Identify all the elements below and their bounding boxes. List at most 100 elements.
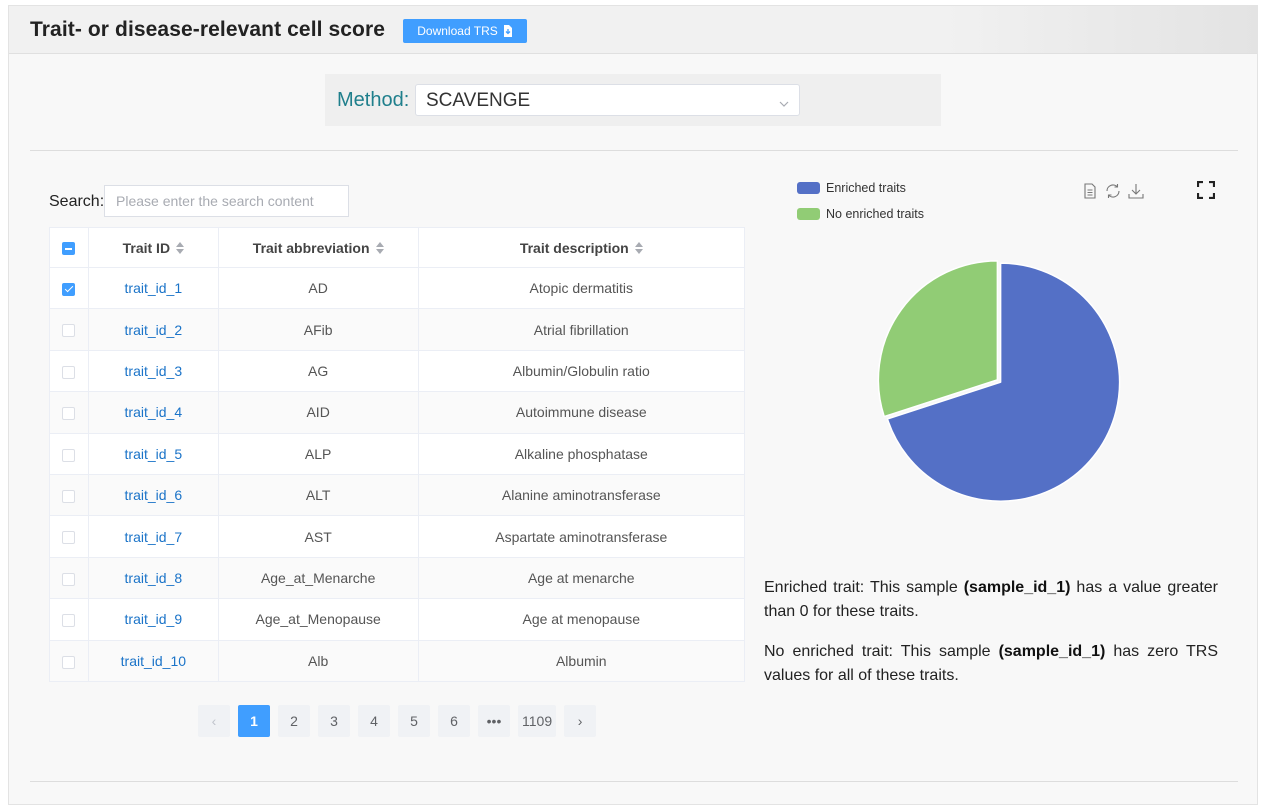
trait-description: Alkaline phosphatase <box>417 432 746 475</box>
trait-abbreviation: AD <box>217 266 419 310</box>
table-row[interactable]: trait_id_7 AST Aspartate aminotransferase <box>49 515 746 558</box>
trait-description: Alanine aminotransferase <box>417 473 746 517</box>
table-row[interactable]: trait_id_4 AID Autoimmune disease <box>49 391 746 434</box>
column-label: Trait abbreviation <box>252 239 370 256</box>
row-select-cell <box>49 266 89 310</box>
column-label: Trait description <box>519 239 629 256</box>
trs-panel: Trait- or disease-relevant cell score Do… <box>8 5 1258 805</box>
section-divider-top <box>30 150 1238 151</box>
method-select[interactable]: SCAVENGE <box>415 84 800 116</box>
table-row[interactable]: trait_id_3 AG Albumin/Globulin ratio <box>49 349 746 393</box>
download-trs-button[interactable]: Download TRS <box>403 19 527 43</box>
trait-abbreviation: ALP <box>217 432 419 475</box>
row-select-cell <box>49 639 89 682</box>
page-button[interactable]: 4 <box>358 705 390 737</box>
table-row[interactable]: trait_id_2 AFib Atrial fibrillation <box>49 308 746 351</box>
trait-abbreviation: AST <box>217 515 419 558</box>
trait-description: Atopic dermatitis <box>417 266 746 310</box>
page-button[interactable]: 3 <box>318 705 350 737</box>
sort-icon[interactable] <box>634 241 643 254</box>
restore-icon[interactable] <box>1104 182 1122 205</box>
chart-toolbox <box>1081 182 1145 205</box>
row-checkbox[interactable] <box>62 572 76 586</box>
enriched-description: Enriched trait: This sample (sample_id_1… <box>764 576 1218 624</box>
trait-description: Albumin <box>417 639 746 682</box>
sort-icon[interactable] <box>176 241 185 254</box>
method-selected-value: SCAVENGE <box>426 90 531 111</box>
method-selector-box: Method: SCAVENGE <box>325 74 941 126</box>
row-select-cell <box>49 349 89 393</box>
legend-item-not-enriched[interactable]: No enriched traits <box>797 207 924 221</box>
fullscreen-icon[interactable] <box>1196 180 1216 204</box>
panel-header: Trait- or disease-relevant cell score Do… <box>9 6 1257 54</box>
table-row[interactable]: trait_id_1 AD Atopic dermatitis <box>49 266 746 310</box>
save-image-icon[interactable] <box>1127 182 1145 205</box>
legend-label: Enriched traits <box>826 181 906 195</box>
sample-id: (sample_id_1) <box>998 643 1106 660</box>
row-checkbox[interactable] <box>62 655 76 669</box>
row-checkbox[interactable] <box>62 531 76 545</box>
row-select-cell <box>49 432 89 475</box>
legend-swatch <box>797 208 820 220</box>
legend-label: No enriched traits <box>826 207 924 221</box>
legend-swatch <box>797 182 820 194</box>
trait-id-link[interactable]: trait_id_10 <box>87 639 219 682</box>
next-page-button[interactable]: › <box>564 705 597 737</box>
column-label: Trait ID <box>122 239 171 256</box>
data-view-icon[interactable] <box>1081 182 1099 205</box>
trait-abbreviation: Alb <box>217 639 419 682</box>
chevron-down-icon <box>779 95 789 113</box>
select-all-checkbox[interactable] <box>62 242 76 256</box>
legend-item-enriched[interactable]: Enriched traits <box>797 181 924 195</box>
row-select-cell <box>49 598 89 641</box>
trait-id-link[interactable]: trait_id_2 <box>87 308 219 351</box>
trait-abbreviation: Age_at_Menopause <box>217 598 419 641</box>
table-row[interactable]: trait_id_8 Age_at_Menarche Age at menarche <box>49 556 746 600</box>
table-row[interactable]: trait_id_6 ALT Alanine aminotransferase <box>49 473 746 517</box>
prev-page-button[interactable]: ‹ <box>198 705 230 737</box>
row-checkbox[interactable] <box>62 407 76 421</box>
row-checkbox[interactable] <box>62 282 76 296</box>
row-checkbox[interactable] <box>62 324 76 338</box>
table-row[interactable]: trait_id_10 Alb Albumin <box>49 639 746 682</box>
row-checkbox[interactable] <box>62 448 76 462</box>
page-button[interactable]: 6 <box>438 705 470 737</box>
page-button[interactable]: 1 <box>238 705 270 737</box>
table-row[interactable]: trait_id_5 ALP Alkaline phosphatase <box>49 432 746 475</box>
row-checkbox[interactable] <box>62 489 76 503</box>
desc-text: Enriched trait: This sample <box>764 579 964 596</box>
trait-id-link[interactable]: trait_id_3 <box>87 349 219 393</box>
row-select-cell <box>49 308 89 351</box>
trait-abbreviation: AFib <box>217 308 419 351</box>
trait-id-link[interactable]: trait_id_6 <box>87 473 219 517</box>
trait-id-link[interactable]: trait_id_4 <box>87 391 219 434</box>
trait-id-link[interactable]: trait_id_9 <box>87 598 219 641</box>
trait-id-link[interactable]: trait_id_1 <box>87 266 219 310</box>
sort-icon[interactable] <box>375 241 384 254</box>
trait-id-link[interactable]: trait_id_7 <box>87 515 219 558</box>
row-checkbox[interactable] <box>62 614 76 628</box>
trait-table: Trait ID Trait abbreviation Trait descri… <box>49 227 746 682</box>
trait-description: Age at menopause <box>417 598 746 641</box>
column-header-trait-abbreviation[interactable]: Trait abbreviation <box>217 227 419 268</box>
more-pages-button[interactable]: ••• <box>478 705 510 737</box>
row-select-cell <box>49 391 89 434</box>
trait-abbreviation: ALT <box>217 473 419 517</box>
page-button[interactable]: 2 <box>278 705 310 737</box>
search-input[interactable] <box>104 185 349 217</box>
table-row[interactable]: trait_id_9 Age_at_Menopause Age at menopau… <box>49 598 746 641</box>
row-select-cell <box>49 515 89 558</box>
trait-description: Aspartate aminotransferase <box>417 515 746 558</box>
trait-id-link[interactable]: trait_id_5 <box>87 432 219 475</box>
pagination: ‹ 1 2 3 4 5 6 ••• 1109 › <box>198 705 597 737</box>
page-title: Trait- or disease-relevant cell score <box>30 18 386 41</box>
row-checkbox[interactable] <box>62 365 76 379</box>
pie-chart <box>877 260 1121 502</box>
page-button[interactable]: 5 <box>398 705 430 737</box>
column-header-trait-description[interactable]: Trait description <box>417 227 746 268</box>
column-header-trait-id[interactable]: Trait ID <box>87 227 219 268</box>
search-label: Search: <box>49 193 105 210</box>
row-select-cell <box>49 473 89 517</box>
page-button[interactable]: 1109 <box>518 705 557 737</box>
trait-id-link[interactable]: trait_id_8 <box>87 556 219 600</box>
